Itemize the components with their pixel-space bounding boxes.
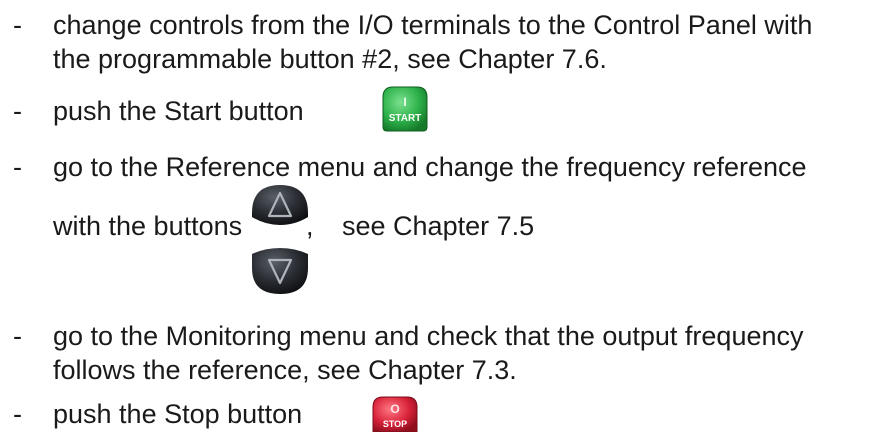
item-4-line-1: go to the Monitoring menu and check that…: [53, 321, 804, 351]
stop-button: O STOP: [370, 393, 420, 432]
item-1-line-2: the programmable button #2, see Chapter …: [53, 44, 607, 74]
start-symbol: I: [403, 95, 406, 109]
item-3-line-2a: with the buttons: [53, 211, 243, 241]
item-4-line-2: follows the reference, see Chapter 7.3.: [53, 355, 517, 385]
list-dash: -: [13, 399, 22, 429]
list-dash: -: [13, 10, 22, 40]
item-1-line-1: change controls from the I/O terminals t…: [53, 10, 813, 40]
item-3-line-1: go to the Reference menu and change the …: [53, 152, 807, 182]
start-button: I START: [380, 83, 430, 133]
list-dash: -: [13, 152, 22, 182]
down-arrow-button: [250, 244, 310, 296]
start-label: START: [389, 113, 422, 124]
item-3-line-2b: see Chapter 7.5: [342, 211, 535, 241]
stop-label: STOP: [383, 419, 407, 429]
list-dash: -: [13, 96, 22, 126]
item-5-text: push the Stop button: [53, 399, 303, 429]
item-2-text: push the Start button: [53, 96, 304, 126]
stop-symbol: O: [390, 402, 399, 416]
up-arrow-button: [250, 183, 310, 229]
list-dash: -: [13, 321, 22, 351]
